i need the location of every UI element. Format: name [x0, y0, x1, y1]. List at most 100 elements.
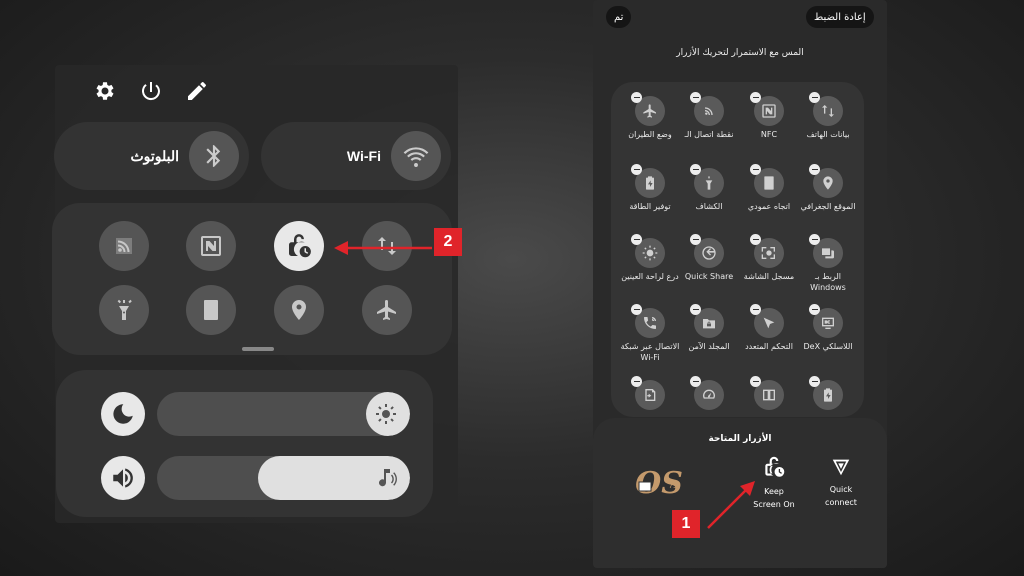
grid-tile[interactable]: الربط بـ Windows	[798, 234, 858, 293]
remove-icon[interactable]	[690, 92, 701, 103]
moon-icon[interactable]	[101, 392, 145, 436]
remove-icon[interactable]	[690, 164, 701, 175]
brightness-fill	[366, 392, 410, 436]
keep-screen-on-tile[interactable]	[274, 221, 324, 271]
grid-tile-label: التحكم المتعدد	[745, 342, 793, 351]
rss-icon	[116, 238, 132, 254]
remove-icon[interactable]	[750, 304, 761, 315]
wifi-icon	[391, 131, 441, 181]
wifi-toggle[interactable]: Wi-Fi	[261, 122, 451, 190]
remove-icon[interactable]	[750, 234, 761, 245]
grid-tile[interactable]: توفير الطاقة	[620, 164, 680, 212]
grid-tile-label: الموقع الجغرافي	[800, 202, 856, 211]
sliders-area	[56, 370, 433, 517]
annotation-badge-1: 1	[672, 510, 700, 538]
volume-fill	[258, 456, 410, 500]
share-exit-icon	[631, 376, 665, 410]
nfc-tile[interactable]	[186, 221, 236, 271]
quick-tiles-area	[52, 203, 452, 355]
location-icon	[809, 164, 843, 198]
grid-tile[interactable]	[679, 376, 739, 413]
grid-tile[interactable]: المجلد الآمن	[679, 304, 739, 352]
quick-connect-icon	[832, 459, 850, 476]
location-tile[interactable]	[274, 285, 324, 335]
remove-icon[interactable]	[631, 304, 642, 315]
annotation-arrow-1	[707, 481, 755, 529]
quick-connect-label-1: Quick	[829, 485, 853, 494]
remove-icon[interactable]	[809, 304, 820, 315]
music-note-icon	[379, 469, 397, 487]
remove-icon[interactable]	[809, 376, 820, 387]
screen-record-icon	[750, 234, 784, 268]
quick-connect-button[interactable]: Quick connect	[811, 456, 871, 508]
flashlight-icon	[690, 164, 724, 198]
remove-icon[interactable]	[631, 376, 642, 387]
keep-screen-on-icon	[289, 234, 311, 258]
panel-handle[interactable]	[242, 347, 274, 351]
grid-tile[interactable]: الكشاف	[679, 164, 739, 212]
grid-tile[interactable]: الموقع الجغرافي	[798, 164, 858, 212]
grid-tile-label: الاتصال عبر شبكة Wi-Fi	[620, 342, 680, 362]
pencil-icon[interactable]	[185, 79, 209, 103]
remove-icon[interactable]	[750, 164, 761, 175]
remove-icon[interactable]	[750, 376, 761, 387]
nfc-icon	[750, 92, 784, 126]
grid-tile[interactable]: نقطة اتصال الـ	[679, 92, 739, 140]
media-icon	[750, 376, 784, 410]
grid-tile[interactable]: درع لراحة العينين	[620, 234, 680, 282]
rss-icon	[690, 92, 724, 126]
grid-tile[interactable]: DeX اللاسلكي	[798, 304, 858, 352]
grid-tile[interactable]: وضع الطيران	[620, 92, 680, 140]
power-icon[interactable]	[139, 79, 163, 103]
remove-icon[interactable]	[809, 92, 820, 103]
windows-link-icon	[809, 234, 843, 268]
multi-control-icon	[750, 304, 784, 338]
remove-icon[interactable]	[690, 234, 701, 245]
quick-panel-toolbar	[93, 79, 209, 103]
wifi-label: Wi-Fi	[346, 148, 381, 164]
portrait-tile[interactable]	[186, 285, 236, 335]
speaker-icon[interactable]	[101, 456, 145, 500]
grid-tile[interactable]	[620, 376, 680, 413]
remove-icon[interactable]	[690, 304, 701, 315]
dex-icon	[809, 304, 843, 338]
grid-tile[interactable]: اتجاه عمودي	[739, 164, 799, 212]
remove-icon[interactable]	[750, 92, 761, 103]
battery-icon	[631, 164, 665, 198]
grid-tile[interactable]	[798, 376, 858, 413]
airplane-tile[interactable]	[362, 285, 412, 335]
quick-connect-label-2: connect	[825, 498, 857, 507]
flashlight-tile[interactable]	[99, 285, 149, 335]
done-button[interactable]: تم	[606, 6, 632, 28]
battery-icon	[809, 376, 843, 410]
grid-tile[interactable]: NFC	[739, 92, 799, 140]
data-arrows-icon	[809, 92, 843, 126]
remove-icon[interactable]	[809, 234, 820, 245]
available-title: الأزرار المتاحة	[708, 434, 772, 444]
grid-tile[interactable]: التحكم المتعدد	[739, 304, 799, 352]
grid-tile[interactable]: مسجل الشاشة	[739, 234, 799, 282]
grid-tile[interactable]: Quick Share	[679, 234, 739, 282]
volume-slider[interactable]	[157, 456, 410, 500]
gear-icon[interactable]	[93, 79, 117, 103]
remove-icon[interactable]	[631, 164, 642, 175]
remove-icon[interactable]	[809, 164, 820, 175]
remove-icon[interactable]	[631, 234, 642, 245]
nfc-icon	[201, 236, 221, 256]
grid-tile-label: اتجاه عمودي	[747, 202, 791, 211]
grid-tile[interactable]: بيانات الهاتف	[798, 92, 858, 140]
reset-button[interactable]: إعادة الضبط	[806, 6, 874, 28]
annotation-arrow-2	[334, 241, 432, 255]
grid-tile-label: الكشاف	[695, 202, 723, 211]
remove-icon[interactable]	[631, 92, 642, 103]
flashlight-icon	[117, 299, 132, 320]
brightness-slider[interactable]	[157, 392, 410, 436]
bluetooth-toggle[interactable]: البلوتوث	[54, 122, 249, 190]
logo-small-text: 73	[669, 482, 678, 490]
portrait-lock-icon	[204, 300, 218, 320]
grid-tile[interactable]	[739, 376, 799, 413]
grid-tile[interactable]: الاتصال عبر شبكة Wi-Fi	[620, 304, 680, 363]
hotspot-tile[interactable]	[99, 221, 149, 271]
remove-icon[interactable]	[690, 376, 701, 387]
wifi-call-icon	[631, 304, 665, 338]
